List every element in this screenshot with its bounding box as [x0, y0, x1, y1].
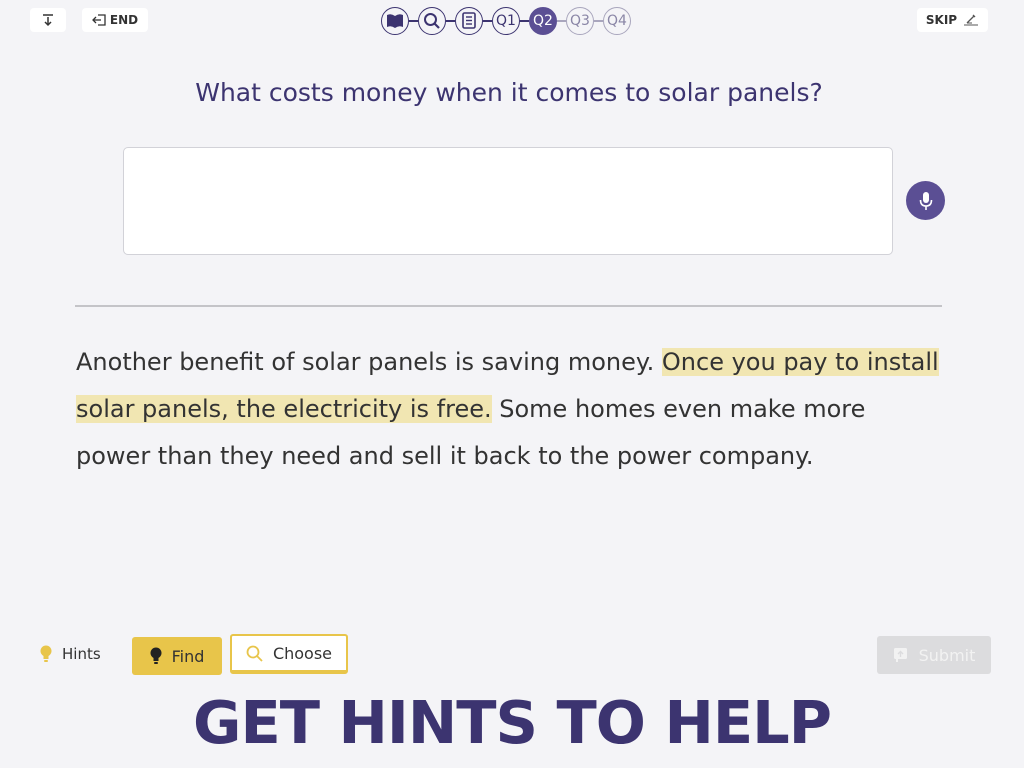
end-label: END	[109, 13, 139, 27]
choose-button[interactable]: Choose	[230, 634, 348, 674]
microphone-icon	[919, 191, 932, 210]
submit-icon	[893, 648, 907, 662]
step-q4[interactable]: Q4	[603, 6, 631, 35]
lightbulb-icon	[150, 647, 162, 664]
exit-icon	[91, 14, 106, 26]
step-passage[interactable]	[381, 6, 409, 35]
find-label: Find	[171, 646, 205, 666]
lightbulb-icon	[40, 645, 52, 662]
skip-pen-icon	[964, 14, 979, 26]
submit-button[interactable]: Submit	[877, 636, 991, 674]
passage-text: Another benefit of solar panels is savin…	[76, 348, 662, 376]
hints-label: Hints	[40, 640, 101, 668]
promo-banner-title: GET HINTS TO HELP	[193, 688, 832, 757]
skip-label: SKIP	[925, 13, 958, 27]
submit-label: Submit	[918, 645, 976, 665]
microphone-button[interactable]	[906, 181, 945, 220]
skip-button[interactable]: SKIP	[917, 8, 988, 32]
progress-steps: Q1 Q2 Q3 Q4	[381, 5, 631, 36]
search-icon	[424, 12, 440, 29]
book-icon	[387, 13, 403, 28]
step-q3[interactable]: Q3	[566, 6, 594, 35]
step-notes[interactable]	[455, 6, 483, 35]
step-search[interactable]	[418, 6, 446, 35]
hints-text: Hints	[62, 645, 101, 663]
find-button[interactable]: Find	[132, 637, 222, 675]
download-arrow-icon	[43, 14, 53, 27]
search-icon	[246, 645, 263, 662]
end-button[interactable]: END	[82, 8, 148, 32]
answer-input[interactable]	[123, 147, 893, 255]
download-button[interactable]	[30, 8, 66, 32]
step-q1[interactable]: Q1	[492, 6, 520, 35]
notes-icon	[462, 12, 476, 29]
reading-passage: Another benefit of solar panels is savin…	[76, 339, 946, 480]
question-text: What costs money when it comes to solar …	[195, 78, 823, 107]
step-q2[interactable]: Q2	[529, 6, 557, 35]
section-divider	[75, 305, 942, 307]
choose-label: Choose	[272, 643, 333, 663]
